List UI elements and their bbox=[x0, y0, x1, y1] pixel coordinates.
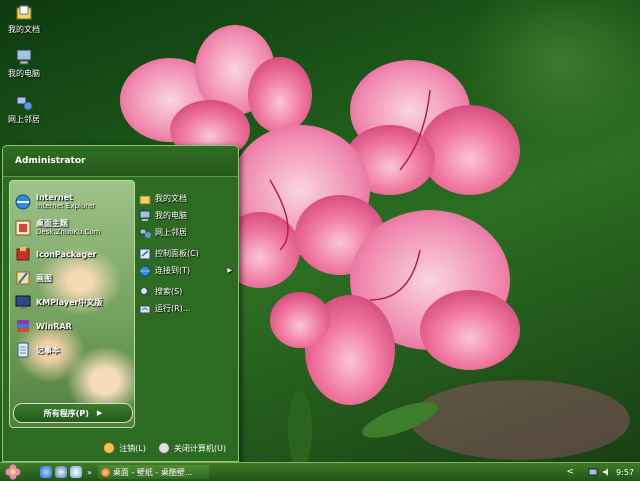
network-tray-icon[interactable] bbox=[588, 467, 598, 477]
start-menu-user-name: Administrator bbox=[3, 146, 238, 177]
start-menu: Administrator Internet Internet Explorer… bbox=[2, 145, 239, 462]
menu-item-connect-to[interactable]: 连接到(T) ▶ bbox=[139, 262, 234, 279]
desktop-icon-my-documents[interactable]: 我的文档 bbox=[4, 4, 44, 35]
pinned-item-kmplayer[interactable]: KMPlayer中文版 bbox=[14, 291, 132, 313]
pinned-item-title: 画图 bbox=[36, 273, 52, 283]
menu-item-label: 我的文档 bbox=[155, 194, 187, 203]
quicklaunch-ie-icon[interactable] bbox=[40, 466, 52, 478]
logoff-label: 注销(L) bbox=[119, 443, 146, 453]
run-icon bbox=[139, 305, 151, 313]
menu-item-label: 运行(R)... bbox=[155, 304, 191, 313]
start-menu-footer: 注销(L) 关闭计算机(U) bbox=[3, 435, 238, 461]
volume-tray-icon[interactable] bbox=[602, 467, 612, 477]
shutdown-button[interactable]: 关闭计算机(U) bbox=[157, 442, 226, 454]
shutdown-label: 关闭计算机(U) bbox=[173, 443, 226, 453]
pinned-item-title: Internet bbox=[36, 193, 73, 202]
menu-item-search[interactable]: 搜索(S) bbox=[139, 283, 234, 300]
pinned-item-title: 记事本 bbox=[36, 345, 60, 355]
my-computer-icon bbox=[16, 49, 32, 65]
menu-item-network-places[interactable]: 网上邻居 bbox=[139, 224, 234, 241]
tray-expand-icon[interactable]: < bbox=[566, 467, 574, 477]
menu-item-run[interactable]: 运行(R)... bbox=[139, 300, 234, 317]
desktop-icon-my-computer[interactable]: 我的电脑 bbox=[4, 48, 44, 79]
pinned-item-desktop-theme[interactable]: 桌面主题 Desk.ZhuoKu.Com bbox=[14, 217, 132, 239]
arrow-right-icon: ▶ bbox=[96, 409, 103, 417]
menu-item-label: 搜索(S) bbox=[155, 287, 183, 296]
globe-icon bbox=[139, 265, 151, 276]
my-documents-icon bbox=[139, 195, 151, 204]
system-tray: < 9:57 bbox=[554, 463, 640, 481]
submenu-arrow-icon: ▶ bbox=[227, 267, 232, 274]
winrar-icon bbox=[17, 320, 29, 332]
pinned-item-title: IconPackager bbox=[36, 249, 97, 259]
flower-start-icon bbox=[5, 464, 21, 480]
pinned-item-winrar[interactable]: WinRAR bbox=[14, 315, 132, 337]
menu-item-label: 我的电脑 bbox=[155, 211, 187, 220]
start-button[interactable] bbox=[0, 463, 26, 481]
search-icon bbox=[140, 286, 151, 298]
network-places-icon bbox=[16, 96, 33, 111]
menu-item-label: 网上邻居 bbox=[155, 228, 187, 237]
taskbar-button-browser[interactable]: 桌面 - 壁纸 - 桌酷壁... bbox=[97, 465, 209, 479]
quicklaunch-desktop-icon[interactable] bbox=[55, 466, 67, 478]
start-menu-pinned-panel: Internet Internet Explorer 桌面主题 Desk.Zhu… bbox=[9, 180, 135, 428]
pinned-item-title: KMPlayer中文版 bbox=[36, 297, 103, 307]
desktop-icon-label: 我的电脑 bbox=[8, 69, 40, 78]
taskbar: » 桌面 - 壁纸 - 桌酷壁... < 9:57 bbox=[0, 462, 640, 481]
network-places-icon bbox=[139, 228, 151, 238]
desktop-icon-label: 我的文档 bbox=[8, 25, 40, 34]
browser-icon bbox=[100, 467, 110, 477]
taskbar-clock[interactable]: 9:57 bbox=[616, 468, 634, 477]
pinned-item-internet[interactable]: Internet Internet Explorer bbox=[14, 191, 132, 213]
desktop-icon-network-places[interactable]: 网上邻居 bbox=[4, 94, 44, 125]
notepad-icon bbox=[17, 342, 29, 358]
pinned-item-subtitle: Desk.ZhuoKu.Com bbox=[36, 228, 101, 236]
taskbar-button-label: 桌面 - 壁纸 - 桌酷壁... bbox=[112, 467, 193, 477]
quicklaunch-expand-icon[interactable]: » bbox=[87, 468, 92, 477]
my-documents-icon bbox=[16, 5, 32, 20]
pinned-item-paint[interactable]: 画图 bbox=[14, 267, 132, 289]
desktop-theme-icon bbox=[15, 220, 31, 236]
pinned-item-iconpackager[interactable]: IconPackager bbox=[14, 243, 132, 265]
pinned-item-subtitle: Internet Explorer bbox=[36, 202, 96, 210]
desktop-icon-label: 网上邻居 bbox=[8, 115, 40, 124]
my-computer-icon bbox=[139, 210, 151, 221]
start-menu-places-panel: 我的文档 我的电脑 网上邻居 控制面板(C) 连接到(T) ▶ 搜索(S) 运行… bbox=[139, 190, 234, 317]
power-icon bbox=[157, 442, 170, 454]
internet-explorer-icon bbox=[15, 194, 31, 210]
pinned-item-notepad[interactable]: 记事本 bbox=[14, 339, 132, 361]
quicklaunch-media-icon[interactable] bbox=[70, 466, 82, 478]
menu-item-my-documents[interactable]: 我的文档 bbox=[139, 190, 234, 207]
menu-item-control-panel[interactable]: 控制面板(C) bbox=[139, 245, 234, 262]
control-panel-icon bbox=[139, 248, 151, 259]
all-programs-label: 所有程序(P) bbox=[43, 408, 89, 418]
paint-icon bbox=[16, 271, 30, 285]
menu-item-label: 控制面板(C) bbox=[155, 249, 199, 258]
kmplayer-icon bbox=[15, 295, 31, 309]
logoff-button[interactable]: 注销(L) bbox=[103, 442, 146, 454]
all-programs-button[interactable]: 所有程序(P) ▶ bbox=[13, 403, 133, 423]
menu-item-my-computer[interactable]: 我的电脑 bbox=[139, 207, 234, 224]
logoff-icon bbox=[103, 442, 116, 454]
iconpackager-icon bbox=[16, 247, 30, 261]
pinned-item-title: 桌面主题 bbox=[36, 219, 68, 228]
pinned-item-title: WinRAR bbox=[36, 321, 72, 331]
menu-item-label: 连接到(T) bbox=[155, 266, 191, 275]
